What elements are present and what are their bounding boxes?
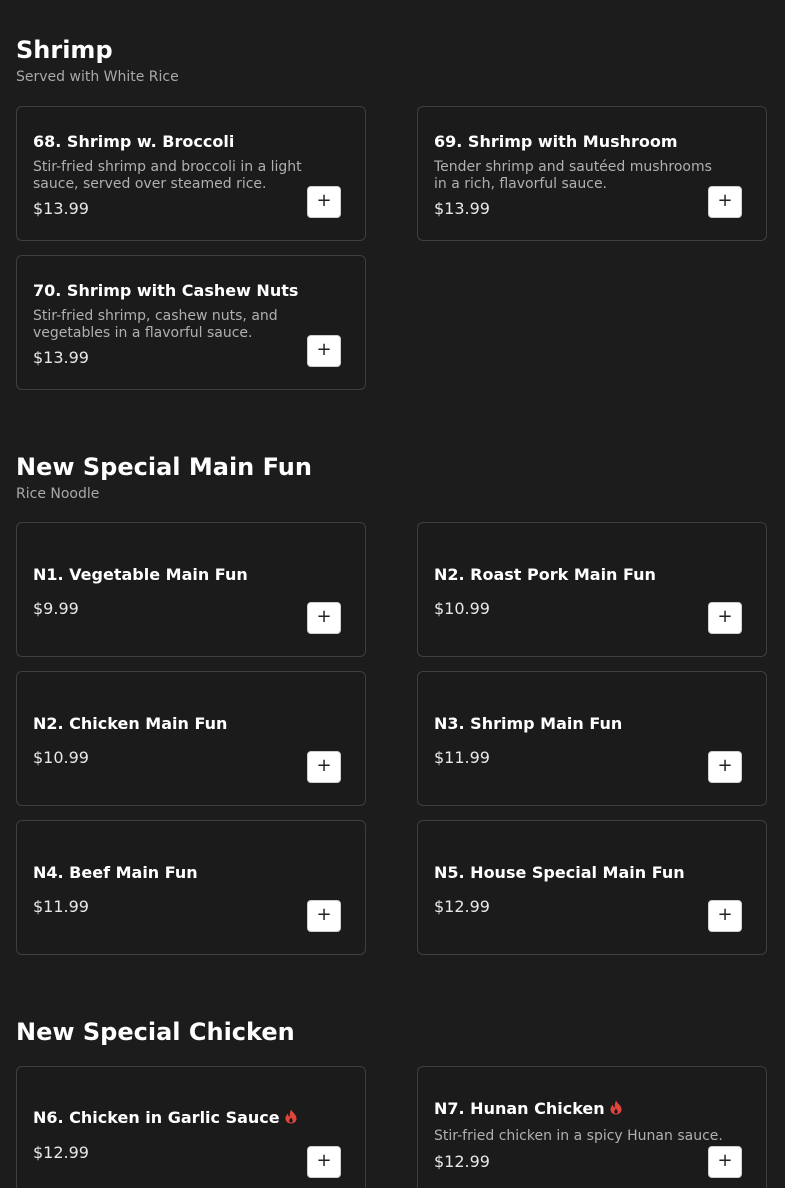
item-price: $12.99 <box>434 897 490 916</box>
section-subtitle: Served with White Rice <box>16 69 179 85</box>
item-name: N7. Hunan Chicken <box>434 1099 605 1118</box>
item-price: $11.99 <box>434 748 490 767</box>
add-to-cart-button[interactable]: + <box>708 1146 742 1178</box>
menu-item-card[interactable]: 69. Shrimp with Mushroom Tender shrimp a… <box>417 106 767 241</box>
item-name-row: N6. Chicken in Garlic Sauce <box>33 1108 297 1129</box>
add-to-cart-button[interactable]: + <box>708 186 742 218</box>
menu-item-card[interactable]: N4. Beef Main Fun $11.99 + <box>16 820 366 955</box>
add-to-cart-button[interactable]: + <box>708 900 742 932</box>
add-to-cart-button[interactable]: + <box>307 900 341 932</box>
item-description: Stir-fried shrimp and broccoli in a ligh… <box>33 159 302 192</box>
item-name: N2. Roast Pork Main Fun <box>434 565 656 584</box>
add-to-cart-button[interactable]: + <box>307 751 341 783</box>
menu-item-card[interactable]: N7. Hunan Chicken Stir-fried chicken in … <box>417 1066 767 1188</box>
item-name-row: N7. Hunan Chicken <box>434 1099 622 1120</box>
menu-item-card[interactable]: N5. House Special Main Fun $12.99 + <box>417 820 767 955</box>
section-shrimp: Shrimp Served with White Rice <box>16 36 769 86</box>
section-new-special-chicken: New Special Chicken <box>16 1018 769 1046</box>
item-price: $10.99 <box>434 599 490 618</box>
item-description: Stir-fried chicken in a spicy Hunan sauc… <box>434 1128 723 1144</box>
menu-item-card[interactable]: N2. Roast Pork Main Fun $10.99 + <box>417 522 767 657</box>
section-title: Shrimp <box>16 36 113 64</box>
add-to-cart-button[interactable]: + <box>708 751 742 783</box>
item-price: $12.99 <box>434 1152 490 1171</box>
item-name: N6. Chicken in Garlic Sauce <box>33 1108 280 1127</box>
item-name: N4. Beef Main Fun <box>33 863 198 882</box>
item-name: N5. House Special Main Fun <box>434 863 685 882</box>
item-price: $11.99 <box>33 897 89 916</box>
item-name: 68. Shrimp w. Broccoli <box>33 132 235 151</box>
section-title: New Special Main Fun <box>16 453 312 481</box>
menu-item-card[interactable]: N3. Shrimp Main Fun $11.99 + <box>417 671 767 806</box>
menu-item-card[interactable]: N6. Chicken in Garlic Sauce $12.99 + <box>16 1066 366 1188</box>
add-to-cart-button[interactable]: + <box>307 602 341 634</box>
item-price: $12.99 <box>33 1143 89 1162</box>
item-price: $13.99 <box>434 199 490 218</box>
menu-page: Shrimp Served with White Rice 68. Shrimp… <box>0 0 785 1188</box>
add-to-cart-button[interactable]: + <box>307 186 341 218</box>
menu-item-card[interactable]: 70. Shrimp with Cashew Nuts Stir-fried s… <box>16 255 366 390</box>
section-subtitle: Rice Noodle <box>16 486 100 502</box>
item-name: 69. Shrimp with Mushroom <box>434 132 678 151</box>
spicy-flame-icon <box>285 1109 297 1129</box>
menu-item-card[interactable]: N2. Chicken Main Fun $10.99 + <box>16 671 366 806</box>
menu-item-card[interactable]: N1. Vegetable Main Fun $9.99 + <box>16 522 366 657</box>
section-title: New Special Chicken <box>16 1018 295 1046</box>
item-description: Stir-fried shrimp, cashew nuts, and vege… <box>33 308 278 341</box>
add-to-cart-button[interactable]: + <box>307 335 341 367</box>
item-name: N3. Shrimp Main Fun <box>434 714 623 733</box>
item-name: N1. Vegetable Main Fun <box>33 565 248 584</box>
item-price: $13.99 <box>33 348 89 367</box>
section-new-special-main-fun: New Special Main Fun Rice Noodle <box>16 453 769 503</box>
spicy-flame-icon <box>610 1100 622 1120</box>
item-price: $9.99 <box>33 599 79 618</box>
item-price: $10.99 <box>33 748 89 767</box>
add-to-cart-button[interactable]: + <box>307 1146 341 1178</box>
menu-item-card[interactable]: 68. Shrimp w. Broccoli Stir-fried shrimp… <box>16 106 366 241</box>
add-to-cart-button[interactable]: + <box>708 602 742 634</box>
item-name: 70. Shrimp with Cashew Nuts <box>33 281 299 300</box>
item-price: $13.99 <box>33 199 89 218</box>
item-description: Tender shrimp and sautéed mushrooms in a… <box>434 159 712 192</box>
item-name: N2. Chicken Main Fun <box>33 714 228 733</box>
